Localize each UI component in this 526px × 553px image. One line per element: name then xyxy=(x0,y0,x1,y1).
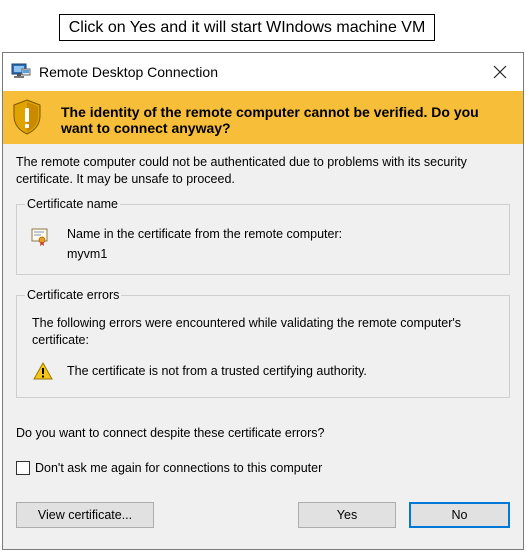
title-bar: Remote Desktop Connection xyxy=(3,53,523,91)
certificate-errors-intro: The following errors were encountered wh… xyxy=(32,316,461,347)
annotation-callout: Click on Yes and it will start WIndows m… xyxy=(59,14,435,41)
certificate-errors-group: Certificate errors The following errors … xyxy=(16,287,510,398)
view-certificate-button[interactable]: View certificate... xyxy=(16,502,154,528)
certificate-name-group: Certificate name Name in the certificate… xyxy=(16,196,510,275)
certificate-name-legend: Certificate name xyxy=(25,196,121,212)
certificate-name-label: Name in the certificate from the remote … xyxy=(67,227,343,241)
warning-banner: The identity of the remote computer cann… xyxy=(3,91,523,144)
warning-triangle-icon xyxy=(33,362,53,380)
connect-question: Do you want to connect despite these cer… xyxy=(16,426,325,440)
certificate-icon xyxy=(31,228,48,246)
no-button[interactable]: No xyxy=(409,502,510,528)
certificate-name-value: myvm1 xyxy=(67,247,108,261)
certificate-errors-legend: Certificate errors xyxy=(25,287,122,303)
close-icon xyxy=(493,65,507,79)
authentication-description: The remote computer could not be authent… xyxy=(16,155,467,186)
dont-ask-again-checkbox[interactable] xyxy=(16,461,30,475)
remote-desktop-icon xyxy=(11,63,31,78)
close-button[interactable] xyxy=(477,53,523,91)
dont-ask-again-label[interactable]: Don't ask me again for connections to th… xyxy=(35,460,322,477)
shield-warning-icon xyxy=(13,99,41,135)
remote-desktop-dialog: Remote Desktop Connection The identity o… xyxy=(2,52,524,550)
certificate-error-item: The certificate is not from a trusted ce… xyxy=(67,364,367,378)
yes-button[interactable]: Yes xyxy=(298,502,396,528)
window-title: Remote Desktop Connection xyxy=(39,64,218,80)
warning-message: The identity of the remote computer cann… xyxy=(61,104,479,136)
